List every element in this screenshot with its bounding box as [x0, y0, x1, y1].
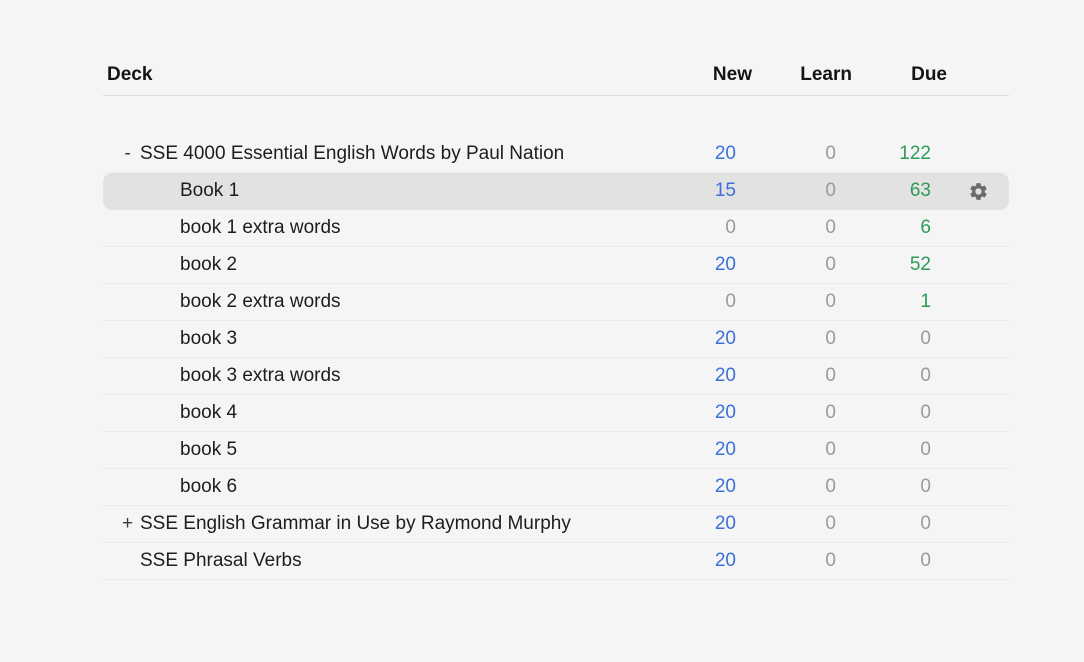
- deck-cell: book 1 extra words: [103, 217, 677, 239]
- header-learn: Learn: [800, 64, 852, 85]
- due-count: 0: [920, 476, 931, 497]
- deck-row: book 2 extra words 0 0 1: [103, 284, 1009, 321]
- deck-cell: SSE Phrasal Verbs: [103, 550, 677, 572]
- header-deck: Deck: [107, 64, 153, 85]
- new-count: 20: [714, 402, 736, 423]
- learn-count: 0: [825, 254, 836, 275]
- new-count: 20: [714, 476, 736, 497]
- due-count: 63: [909, 180, 931, 201]
- deck-name[interactable]: book 1 extra words: [180, 217, 341, 239]
- deck-options-gear-button[interactable]: [947, 181, 1009, 202]
- learn-count: 0: [825, 513, 836, 534]
- collapse-indicator[interactable]: -: [115, 143, 140, 165]
- deck-name[interactable]: SSE 4000 Essential English Words by Paul…: [140, 143, 564, 165]
- deck-row: SSE Phrasal Verbs 20 0 0: [103, 543, 1009, 580]
- deck-name[interactable]: book 2 extra words: [180, 291, 341, 313]
- deck-name[interactable]: SSE Phrasal Verbs: [140, 550, 302, 572]
- expand-indicator[interactable]: +: [115, 513, 140, 535]
- new-count: 15: [714, 180, 736, 201]
- deck-name[interactable]: book 3: [180, 328, 237, 350]
- deck-row: + SSE English Grammar in Use by Raymond M…: [103, 506, 1009, 543]
- deck-name[interactable]: book 4: [180, 402, 237, 424]
- deck-cell: book 3: [103, 328, 677, 350]
- deck-row: - SSE 4000 Essential English Words by Pau…: [103, 136, 1009, 173]
- due-count: 0: [920, 365, 931, 386]
- due-count: 52: [909, 254, 931, 275]
- deck-row: book 3 20 0 0: [103, 321, 1009, 358]
- deck-cell: book 6: [103, 476, 677, 498]
- learn-count: 0: [825, 365, 836, 386]
- new-count: 0: [725, 217, 736, 238]
- due-count: 0: [920, 328, 931, 349]
- deck-row: book 5 20 0 0: [103, 432, 1009, 469]
- deck-name[interactable]: book 6: [180, 476, 237, 498]
- new-count: 20: [714, 439, 736, 460]
- new-count: 20: [714, 254, 736, 275]
- learn-count: 0: [825, 402, 836, 423]
- deck-name[interactable]: Book 1: [180, 180, 239, 202]
- learn-count: 0: [825, 217, 836, 238]
- new-count: 20: [714, 365, 736, 386]
- deck-table-header: Deck New Learn Due: [103, 55, 1009, 96]
- deck-name[interactable]: SSE English Grammar in Use by Raymond Mu…: [140, 513, 571, 535]
- deck-name[interactable]: book 3 extra words: [180, 365, 341, 387]
- gear-icon: [969, 182, 987, 200]
- deck-cell: book 2: [103, 254, 677, 276]
- new-count: 20: [714, 143, 736, 164]
- new-count: 20: [714, 550, 736, 571]
- deck-cell: Book 1: [103, 180, 677, 202]
- deck-row: book 4 20 0 0: [103, 395, 1009, 432]
- deck-row-selected: Book 1 15 0 63: [103, 173, 1009, 210]
- learn-count: 0: [825, 291, 836, 312]
- new-count: 0: [725, 291, 736, 312]
- due-count: 0: [920, 439, 931, 460]
- learn-count: 0: [825, 328, 836, 349]
- learn-count: 0: [825, 180, 836, 201]
- deck-rows: - SSE 4000 Essential English Words by Pau…: [103, 136, 1009, 580]
- deck-table: Deck New Learn Due - SSE 4000 Essential E…: [103, 55, 1009, 580]
- due-count: 1: [920, 291, 931, 312]
- learn-count: 0: [825, 143, 836, 164]
- deck-cell: + SSE English Grammar in Use by Raymond M…: [103, 513, 677, 535]
- deck-row: book 2 20 0 52: [103, 247, 1009, 284]
- due-count: 0: [920, 550, 931, 571]
- due-count: 6: [920, 217, 931, 238]
- header-new: New: [712, 64, 752, 85]
- learn-count: 0: [825, 476, 836, 497]
- deck-cell: book 2 extra words: [103, 291, 677, 313]
- learn-count: 0: [825, 550, 836, 571]
- due-count: 0: [920, 402, 931, 423]
- deck-cell: book 5: [103, 439, 677, 461]
- due-count: 122: [899, 143, 931, 164]
- header-due: Due: [911, 64, 947, 85]
- learn-count: 0: [825, 439, 836, 460]
- new-count: 20: [714, 513, 736, 534]
- deck-cell: book 3 extra words: [103, 365, 677, 387]
- new-count: 20: [714, 328, 736, 349]
- deck-name[interactable]: book 2: [180, 254, 237, 276]
- deck-row: book 6 20 0 0: [103, 469, 1009, 506]
- due-count: 0: [920, 513, 931, 534]
- deck-cell: - SSE 4000 Essential English Words by Pau…: [103, 143, 677, 165]
- deck-row: book 3 extra words 20 0 0: [103, 358, 1009, 395]
- deck-cell: book 4: [103, 402, 677, 424]
- deck-name[interactable]: book 5: [180, 439, 237, 461]
- deck-row: book 1 extra words 0 0 6: [103, 210, 1009, 247]
